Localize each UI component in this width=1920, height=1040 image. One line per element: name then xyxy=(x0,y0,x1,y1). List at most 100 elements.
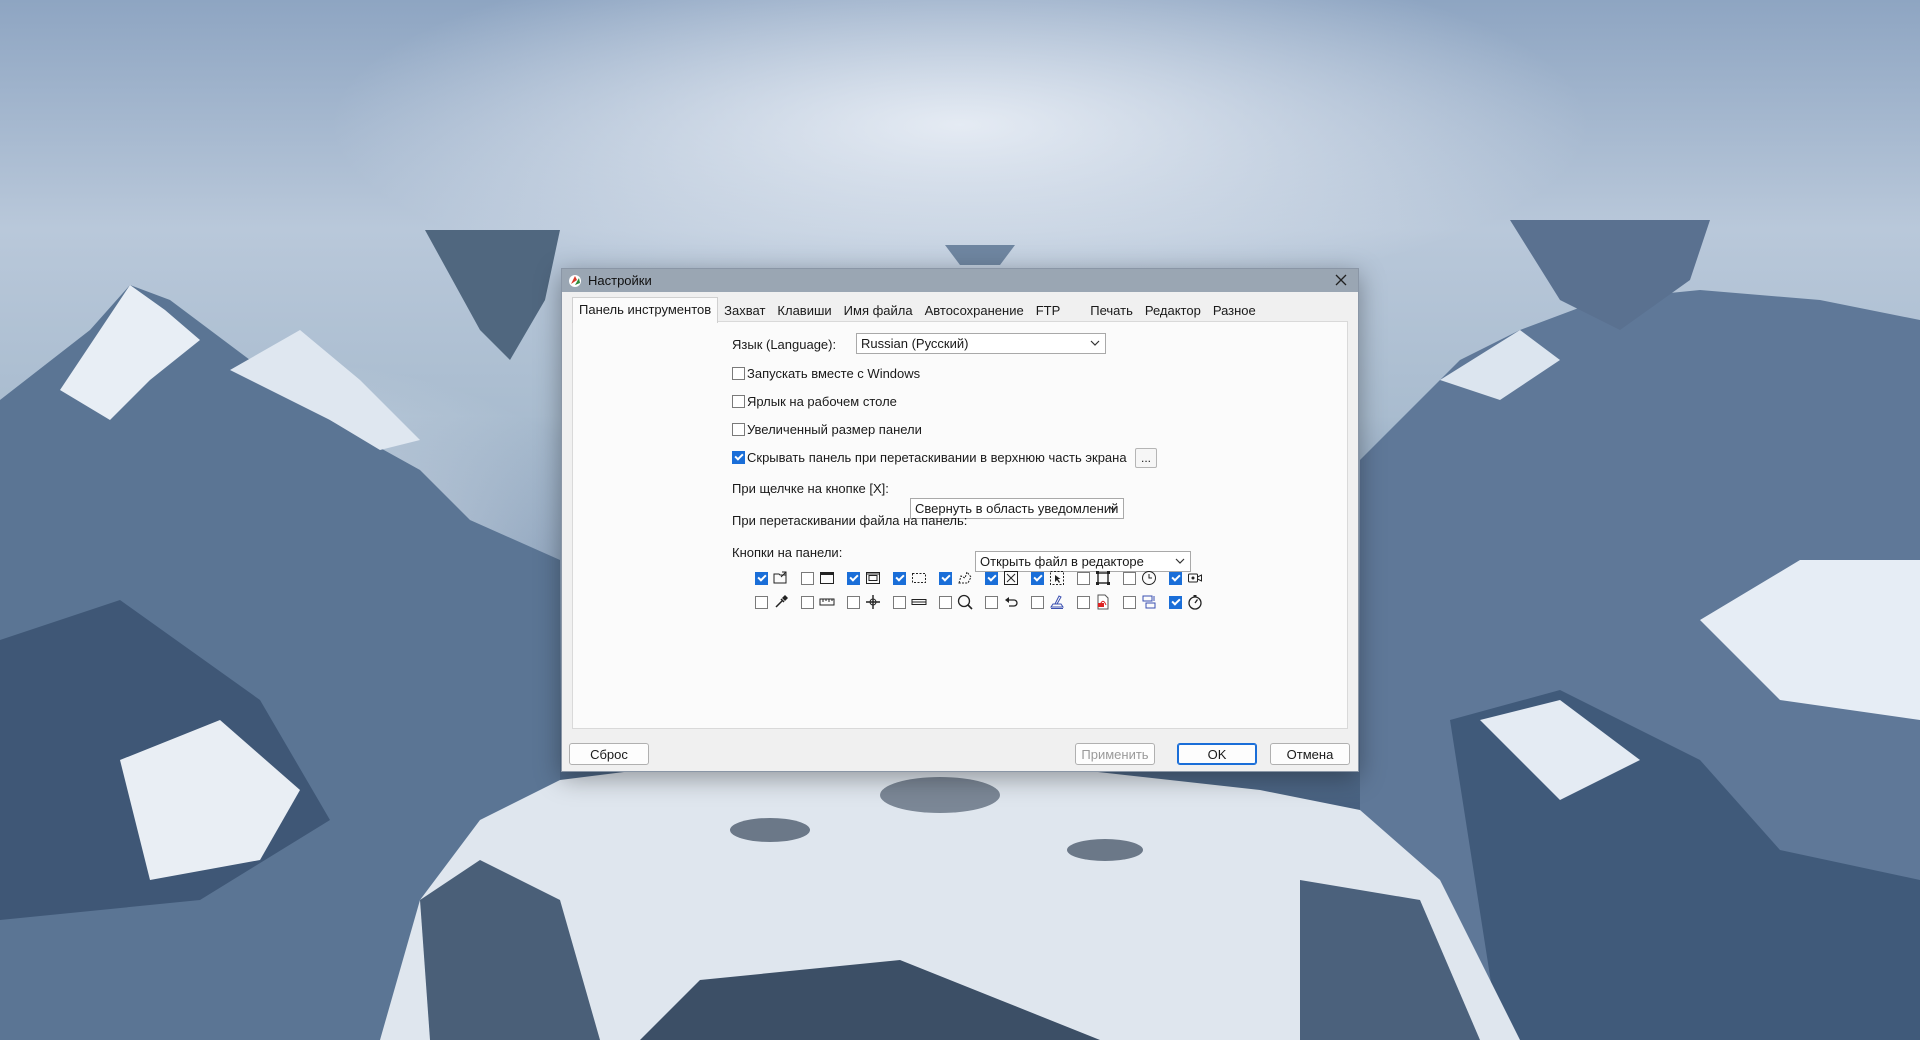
panel-button-timer xyxy=(1123,570,1169,586)
crosshair-icon xyxy=(866,595,880,609)
scanner-checkbox[interactable] xyxy=(1031,595,1044,609)
panel-button-fullscreen xyxy=(985,570,1031,586)
panel-button-region xyxy=(893,570,939,586)
language-select[interactable]: Russian (Русский) xyxy=(856,333,1106,354)
settings-dialog: Настройки Панель инструментов Захват Кла… xyxy=(561,268,1359,772)
panel-button-crosshair xyxy=(847,594,893,610)
magnifier-icon xyxy=(957,594,973,610)
panel-button-object xyxy=(1031,570,1077,586)
window-title: Настройки xyxy=(588,273,652,288)
panel-button-window xyxy=(801,570,847,586)
panel-button-video xyxy=(1169,570,1215,586)
autostart-row[interactable]: Запускать вместе с Windows xyxy=(732,366,920,381)
large-panel-checkbox[interactable] xyxy=(732,423,745,436)
panel-button-open xyxy=(755,570,801,586)
window-checkbox[interactable] xyxy=(801,571,814,585)
open-checkbox[interactable] xyxy=(755,571,768,585)
panel-button-scanner xyxy=(1031,594,1077,610)
panel-button-stopwatch xyxy=(1169,594,1215,610)
compare-icon xyxy=(1142,595,1156,609)
protractor-checkbox[interactable] xyxy=(893,595,906,609)
hide-panel-checkbox[interactable] xyxy=(732,451,745,464)
panel-button-freehand xyxy=(939,570,985,586)
chevron-down-icon xyxy=(1175,558,1185,564)
panel-button-undo xyxy=(985,594,1031,610)
magnifier-checkbox[interactable] xyxy=(939,595,952,609)
desktop-shortcut-label: Ярлык на рабочем столе xyxy=(747,394,897,409)
tab-filename[interactable]: Имя файла xyxy=(838,300,919,322)
panel-buttons-row: Кнопки на панели: xyxy=(732,545,842,560)
stopwatch-checkbox[interactable] xyxy=(1169,595,1182,609)
chevron-down-icon xyxy=(1108,505,1118,511)
fullscreen-icon xyxy=(1004,571,1018,585)
fullscreen-checkbox[interactable] xyxy=(985,571,998,585)
freehand-checkbox[interactable] xyxy=(939,571,952,585)
pdf-icon xyxy=(1097,594,1109,610)
reset-button[interactable]: Сброс xyxy=(569,743,649,765)
hide-panel-label: Скрывать панель при перетаскивании в вер… xyxy=(747,450,1127,465)
close-action-row: При щелчке на кнопке [X]: xyxy=(732,481,889,496)
ruler-icon xyxy=(819,598,835,606)
panel-buttons-label: Кнопки на панели: xyxy=(732,545,843,560)
chevron-down-icon xyxy=(1090,340,1100,346)
panel-buttons-grid xyxy=(755,566,1215,614)
drop-action-row: При перетаскивании файла на панель: xyxy=(732,513,967,528)
object-checkbox[interactable] xyxy=(1031,571,1044,585)
desktop-shortcut-row[interactable]: Ярлык на рабочем столе xyxy=(732,394,897,409)
pdf-checkbox[interactable] xyxy=(1077,595,1090,609)
cancel-button[interactable]: Отмена xyxy=(1270,743,1350,765)
language-label: Язык (Language): xyxy=(732,337,837,352)
tab-editor[interactable]: Редактор xyxy=(1139,300,1207,322)
ruler-checkbox[interactable] xyxy=(801,595,814,609)
tab-toolbar[interactable]: Панель инструментов xyxy=(572,297,719,323)
app-logo-icon xyxy=(569,274,581,287)
video-checkbox[interactable] xyxy=(1169,571,1182,585)
tab-print[interactable]: Печать xyxy=(1084,300,1139,322)
language-select-value: Russian (Русский) xyxy=(861,336,969,351)
compare-checkbox[interactable] xyxy=(1123,595,1136,609)
large-panel-row[interactable]: Увеличенный размер панели xyxy=(732,422,922,437)
close-button[interactable] xyxy=(1332,271,1350,289)
panel-button-scrolling xyxy=(847,570,893,586)
title-bar[interactable]: Настройки xyxy=(562,269,1358,292)
hide-panel-options-button[interactable]: ... xyxy=(1135,448,1157,468)
close-icon xyxy=(1335,274,1347,286)
rectangle-region-icon xyxy=(912,573,926,583)
hide-panel-row[interactable]: Скрывать панель при перетаскивании в вер… xyxy=(732,450,1127,465)
panel-button-pdf xyxy=(1077,594,1123,610)
undo-icon xyxy=(1005,597,1018,607)
autostart-checkbox[interactable] xyxy=(732,367,745,380)
language-row: Язык (Language): xyxy=(732,337,836,352)
timer-checkbox[interactable] xyxy=(1123,571,1136,585)
region-checkbox[interactable] xyxy=(893,571,906,585)
desktop-shortcut-checkbox[interactable] xyxy=(732,395,745,408)
panel-button-fixed xyxy=(1077,570,1123,586)
fixed-checkbox[interactable] xyxy=(1077,571,1090,585)
undo-checkbox[interactable] xyxy=(985,595,998,609)
large-panel-label: Увеличенный размер панели xyxy=(747,422,922,437)
tab-misc[interactable]: Разное xyxy=(1207,300,1262,322)
panel-button-protractor xyxy=(893,594,939,610)
panel-button-magnifier xyxy=(939,594,985,610)
tab-strip: Панель инструментов Захват Клавиши Имя ф… xyxy=(572,297,1262,323)
panel-button-ruler xyxy=(801,594,847,610)
colorpicker-checkbox[interactable] xyxy=(755,595,768,609)
ok-button[interactable]: OK xyxy=(1177,743,1257,765)
color-picker-icon xyxy=(775,595,788,608)
toolbar-settings-panel: Язык (Language): Russian (Русский) Запус… xyxy=(572,321,1348,729)
video-record-icon xyxy=(1188,573,1202,583)
tab-autosave[interactable]: Автосохранение xyxy=(919,300,1030,322)
panel-buttons-row-2 xyxy=(755,590,1215,614)
tab-hotkeys[interactable]: Клавиши xyxy=(771,300,837,322)
scrolling-checkbox[interactable] xyxy=(847,571,860,585)
tab-capture[interactable]: Захват xyxy=(718,300,771,322)
window-capture-icon xyxy=(820,572,834,584)
panel-buttons-row-1 xyxy=(755,566,1215,590)
tab-ftp[interactable]: FTP xyxy=(1030,300,1067,322)
scanner-icon xyxy=(1050,595,1064,609)
freehand-region-icon xyxy=(958,570,972,584)
protractor-icon xyxy=(911,599,927,605)
autostart-label: Запускать вместе с Windows xyxy=(747,366,921,381)
apply-button[interactable]: Применить xyxy=(1075,743,1155,765)
crosshair-checkbox[interactable] xyxy=(847,595,860,609)
